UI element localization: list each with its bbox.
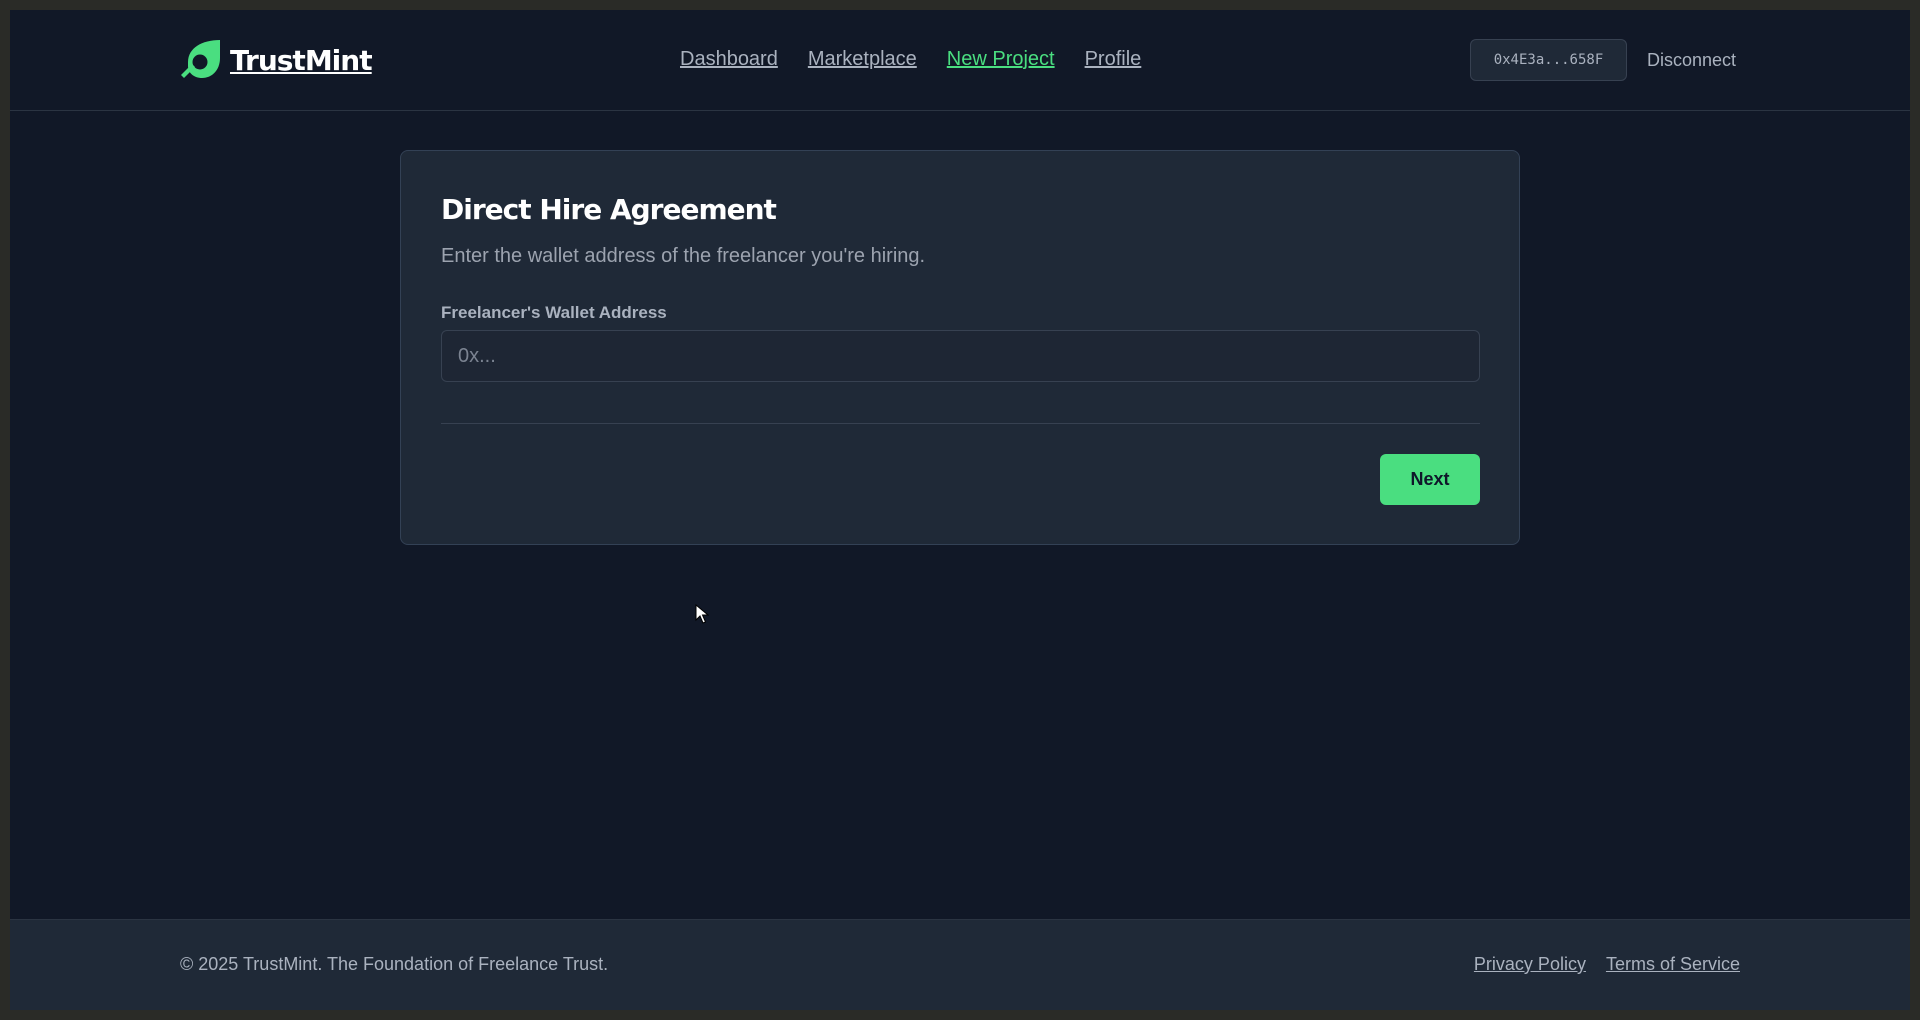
nav-item-dashboard[interactable]: Dashboard [680, 48, 778, 71]
disconnect-button[interactable]: Disconnect [1647, 50, 1736, 71]
mouse-cursor-icon [695, 604, 709, 624]
leaf-magnifier-icon [181, 40, 220, 78]
page-footer: © 2025 TrustMint. The Foundation of Free… [10, 919, 1910, 1010]
card-title: Direct Hire Agreement [441, 193, 777, 226]
wallet-address-label: Freelancer's Wallet Address [441, 303, 667, 322]
top-header: TrustMint Dashboard Marketplace New Proj… [10, 10, 1910, 111]
wallet-address-badge: 0x4E3a...658F [1470, 39, 1627, 81]
card-divider [441, 423, 1480, 424]
direct-hire-card: Direct Hire Agreement Enter the wallet a… [400, 150, 1520, 545]
card-subtitle: Enter the wallet address of the freelanc… [441, 245, 926, 267]
nav-item-new-project[interactable]: New Project [947, 48, 1055, 71]
nav-item-marketplace[interactable]: Marketplace [808, 48, 917, 71]
next-button[interactable]: Next [1380, 454, 1480, 505]
main-nav: Dashboard Marketplace New Project Profil… [680, 48, 1141, 71]
app-window: TrustMint Dashboard Marketplace New Proj… [10, 10, 1910, 1010]
main-content: Direct Hire Agreement Enter the wallet a… [10, 111, 1910, 919]
wallet-address-input[interactable] [441, 330, 1480, 382]
copyright-text: © 2025 TrustMint. The Foundation of Free… [180, 954, 609, 974]
brand-logo-link[interactable]: TrustMint [180, 40, 373, 80]
brand-name: TrustMint [230, 43, 373, 77]
terms-of-service-link[interactable]: Terms of Service [1606, 954, 1740, 975]
nav-item-profile[interactable]: Profile [1085, 48, 1142, 71]
footer-links: Privacy Policy Terms of Service [1474, 954, 1740, 975]
privacy-policy-link[interactable]: Privacy Policy [1474, 954, 1586, 975]
